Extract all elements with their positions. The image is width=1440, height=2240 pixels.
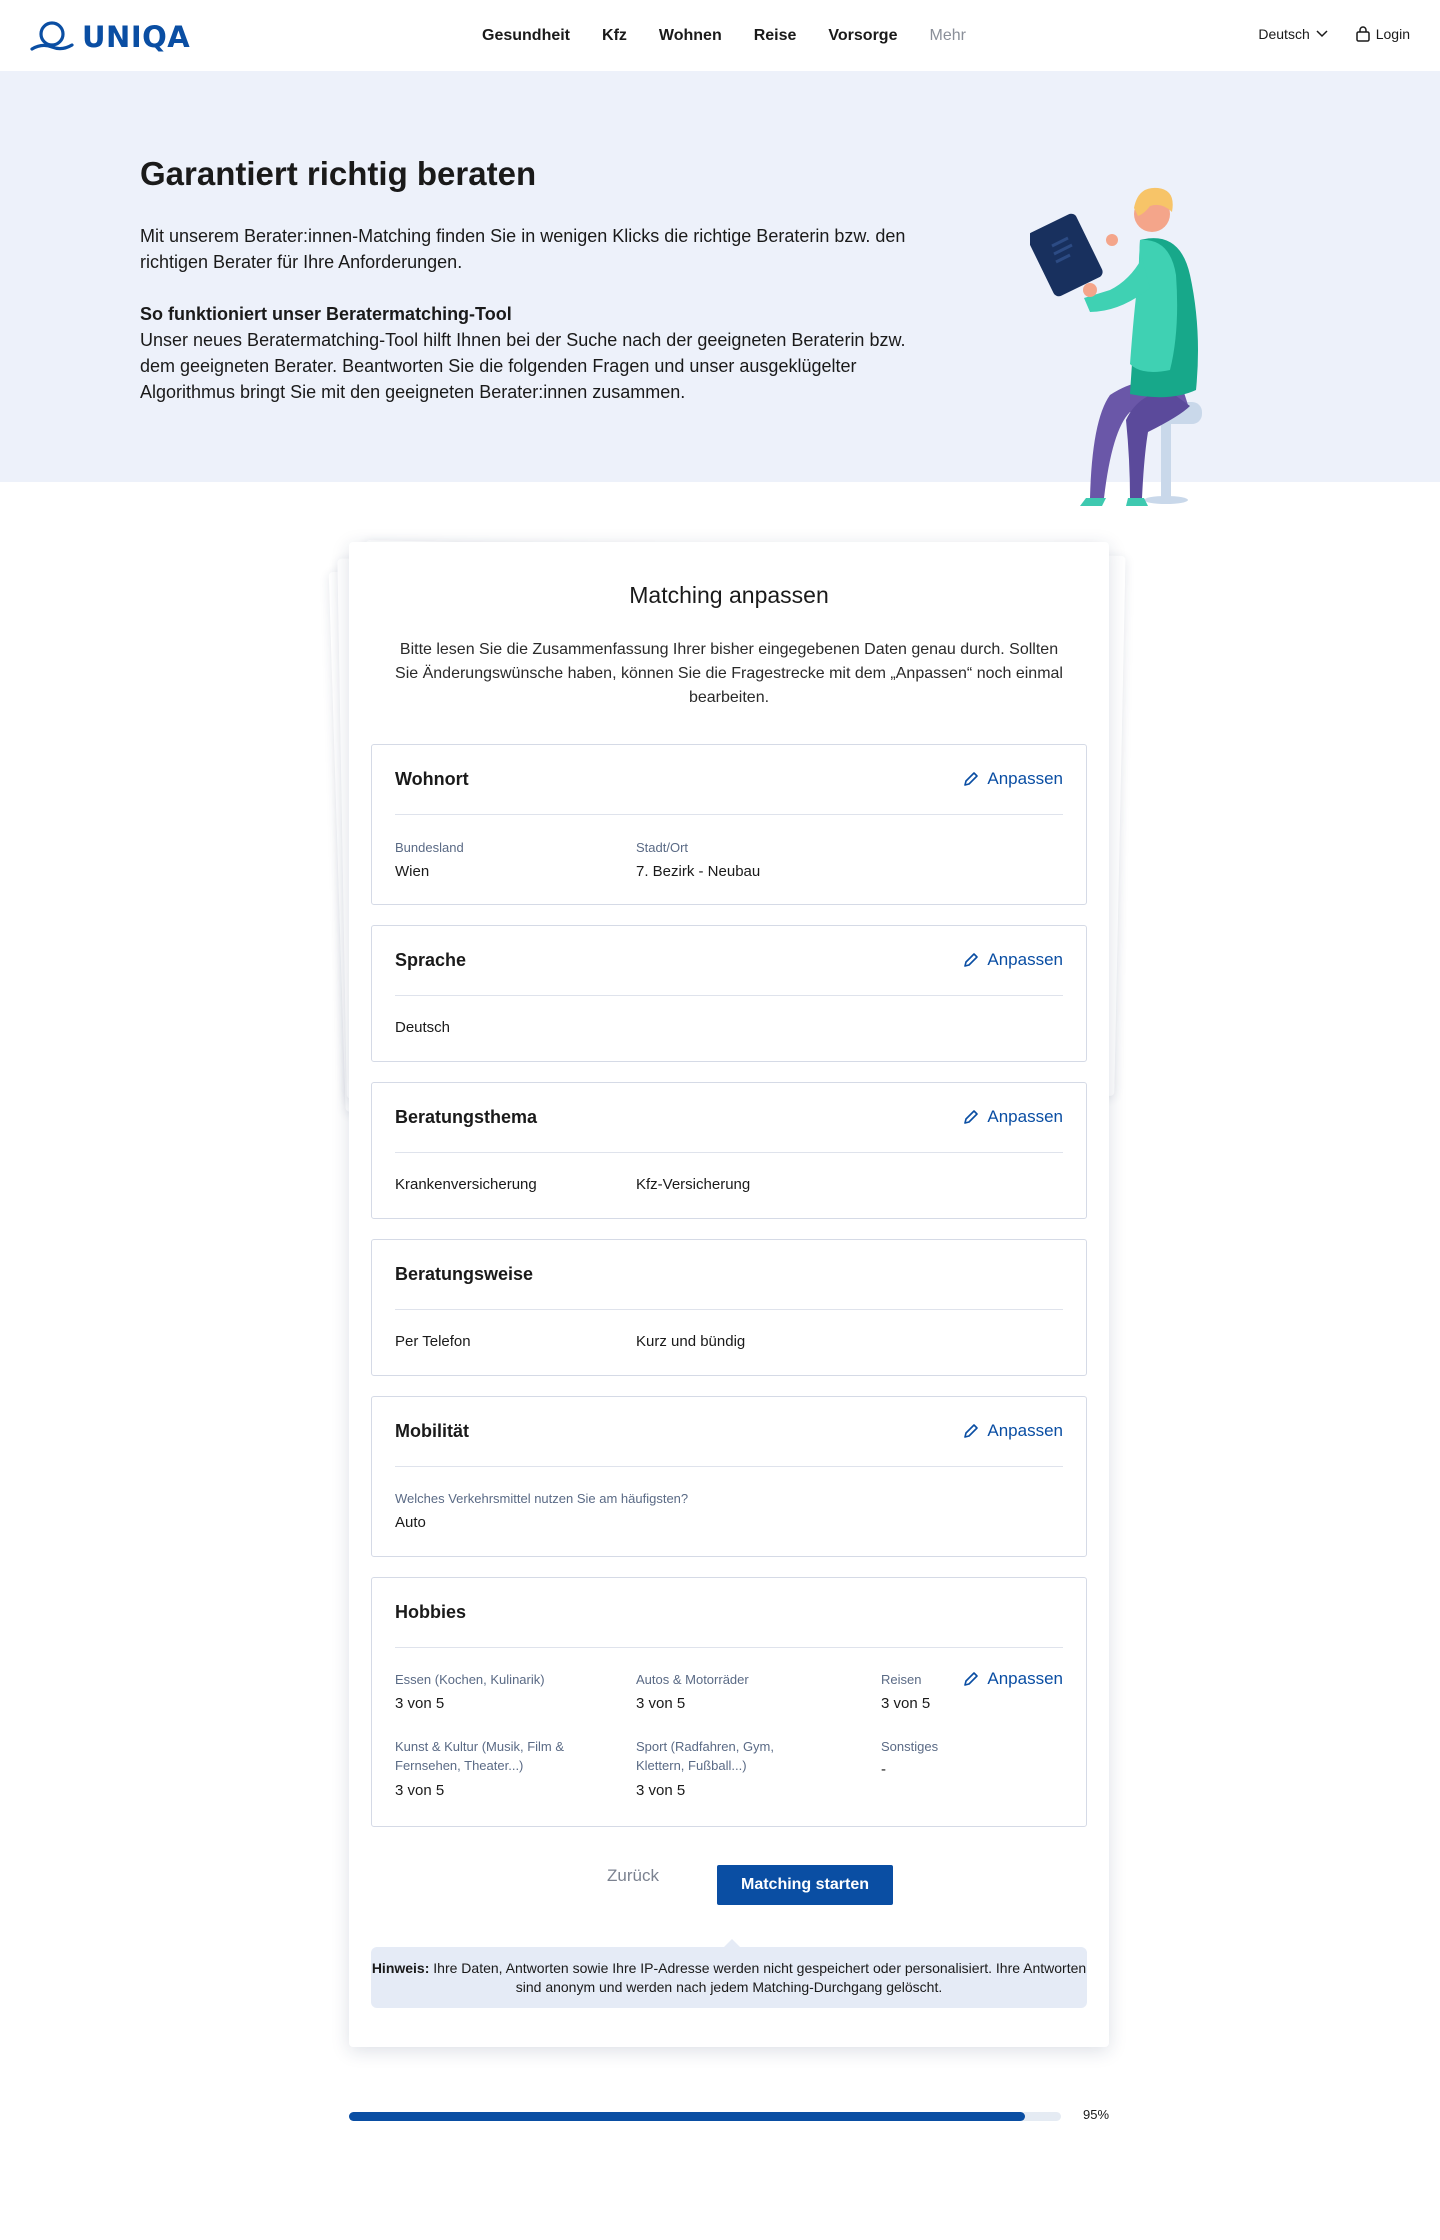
hobby-value: 3 von 5: [395, 1782, 445, 1799]
card-title: Matching anpassen: [629, 582, 829, 608]
thema-value-2: Kfz-Versicherung: [636, 1176, 751, 1193]
edit-label: Anpassen: [987, 950, 1063, 969]
main-menu: Gesundheit Kfz Wohnen Reise Vorsorge Meh…: [482, 27, 966, 45]
chevron-down-icon: [1316, 30, 1328, 38]
matching-summary-card: Matching anpassen Bitte lesen Sie die Zu…: [349, 542, 1109, 2047]
mobilitaet-value: Auto: [395, 1514, 426, 1531]
mobilitaet-question: Welches Verkehrsmittel nutzen Sie am häu…: [395, 1491, 689, 1506]
nav-utilities: Deutsch Login: [1258, 26, 1410, 42]
nav-link-wohnen[interactable]: Wohnen: [659, 27, 722, 45]
progress-label: 95%: [1083, 2107, 1110, 2122]
section-mobilitaet: Mobilität Anpassen Welches Verkehrsmitte…: [371, 1396, 1087, 1557]
pencil-icon: [964, 1424, 979, 1438]
edit-wohnort-button[interactable]: Anpassen: [963, 769, 1063, 789]
section-wohnort: Wohnort Anpassen Bundesland Wien Stadt/O…: [371, 744, 1087, 905]
stadt-label: Stadt/Ort: [636, 840, 689, 855]
language-selector[interactable]: Deutsch: [1258, 26, 1328, 42]
notice-text: Ihre Daten, Antworten sowie Ihre IP-Adre…: [429, 1960, 1087, 1995]
section-divider: [395, 995, 1063, 996]
edit-mobilitaet-button[interactable]: Anpassen: [963, 1421, 1063, 1441]
stadt-value: 7. Bezirk - Neubau: [636, 863, 761, 880]
notice-label: Hinweis:: [371, 1960, 430, 1976]
section-divider: [395, 1152, 1063, 1153]
brand-logo[interactable]: UNIQA: [30, 20, 190, 54]
hobby-value: 3 von 5: [881, 1695, 931, 1712]
nav-link-mehr[interactable]: Mehr: [929, 27, 965, 45]
hobby-label: Kunst & Kultur (Musik, Film & Fernsehen,…: [395, 1739, 565, 1773]
hobby-value: 3 von 5: [395, 1695, 445, 1712]
section-hobbies: Hobbies Anpassen Essen (Kochen, Kulinari…: [371, 1577, 1087, 1827]
hobby-value: 3 von 5: [636, 1695, 686, 1712]
section-divider: [395, 1466, 1063, 1467]
section-title: Wohnort: [395, 769, 469, 789]
section-title: Hobbies: [395, 1602, 467, 1622]
card-intro: Bitte lesen Sie die Zusammenfassung Ihre…: [395, 641, 1063, 706]
hobby-value: -: [881, 1761, 886, 1778]
section-divider: [395, 1309, 1063, 1310]
section-title: Mobilität: [395, 1421, 469, 1441]
thema-value-1: Krankenversicherung: [395, 1176, 537, 1193]
hero-body: Unser neues Beratermatching-Tool hilft I…: [140, 330, 906, 402]
brand-name: UNIQA: [82, 20, 191, 54]
weise-value-2: Kurz und bündig: [636, 1333, 746, 1350]
edit-label: Anpassen: [987, 1421, 1063, 1440]
hobby-label: Autos & Motorräder: [636, 1672, 749, 1687]
hero-subtitle: So funktioniert unser Beratermatching-To…: [140, 304, 512, 324]
lock-icon: [1355, 26, 1370, 42]
hobby-label: Reisen: [881, 1672, 922, 1687]
pencil-icon: [964, 772, 979, 786]
edit-label: Anpassen: [987, 769, 1063, 788]
top-navigation: UNIQA Gesundheit Kfz Wohnen Reise Vorsor…: [0, 0, 1440, 71]
pencil-icon: [964, 953, 979, 967]
pencil-icon: [964, 1110, 979, 1124]
bundesland-value: Wien: [395, 863, 430, 880]
nav-link-reise[interactable]: Reise: [754, 27, 797, 45]
section-divider: [395, 1647, 1063, 1648]
edit-beratungsthema-button[interactable]: Anpassen: [963, 1107, 1063, 1127]
section-title: Beratungsweise: [395, 1264, 534, 1284]
nav-link-gesundheit[interactable]: Gesundheit: [482, 27, 570, 45]
person-with-tablet-illustration: [1030, 187, 1202, 506]
uniqa-logo-icon: [30, 21, 74, 51]
section-title: Sprache: [395, 950, 467, 970]
login-button[interactable]: Login: [1355, 26, 1410, 42]
back-button[interactable]: Zurück: [607, 1866, 659, 1886]
language-label: Deutsch: [1258, 26, 1310, 42]
privacy-notice: Hinweis: Ihre Daten, Antworten sowie Ihr…: [371, 1947, 1087, 2008]
hobby-label: Essen (Kochen, Kulinarik): [395, 1672, 545, 1687]
section-beratungsweise: Beratungsweise Per Telefon Kurz und bünd…: [371, 1239, 1087, 1376]
edit-label: Anpassen: [987, 1669, 1063, 1688]
login-label: Login: [1375, 26, 1410, 42]
hero-title: Garantiert richtig beraten: [140, 155, 537, 192]
hobby-value: 3 von 5: [636, 1782, 686, 1799]
section-beratungsthema: Beratungsthema Anpassen Krankenversicher…: [371, 1082, 1087, 1219]
sprache-value: Deutsch: [395, 1019, 451, 1036]
nav-link-kfz[interactable]: Kfz: [602, 27, 627, 45]
hero-intro: Mit unserem Berater:innen-Matching finde…: [140, 226, 906, 272]
bundesland-label: Bundesland: [395, 840, 464, 855]
progress-fill: [349, 2112, 1026, 2121]
hobby-label: Sport (Radfahren, Gym, Klettern, Fußball…: [636, 1739, 774, 1773]
nav-link-vorsorge[interactable]: Vorsorge: [828, 27, 897, 45]
weise-value-1: Per Telefon: [395, 1333, 471, 1350]
section-title: Beratungsthema: [395, 1107, 538, 1127]
edit-sprache-button[interactable]: Anpassen: [963, 950, 1063, 970]
start-matching-button[interactable]: Matching starten: [717, 1865, 893, 1905]
hobby-label: Sonstiges: [881, 1739, 939, 1754]
edit-label: Anpassen: [987, 1107, 1063, 1126]
progress-bar: [349, 2112, 1061, 2121]
edit-hobbies-button[interactable]: Anpassen: [963, 1669, 1063, 1689]
section-divider: [395, 814, 1063, 815]
section-sprache: Sprache Anpassen Deutsch: [371, 925, 1087, 1062]
